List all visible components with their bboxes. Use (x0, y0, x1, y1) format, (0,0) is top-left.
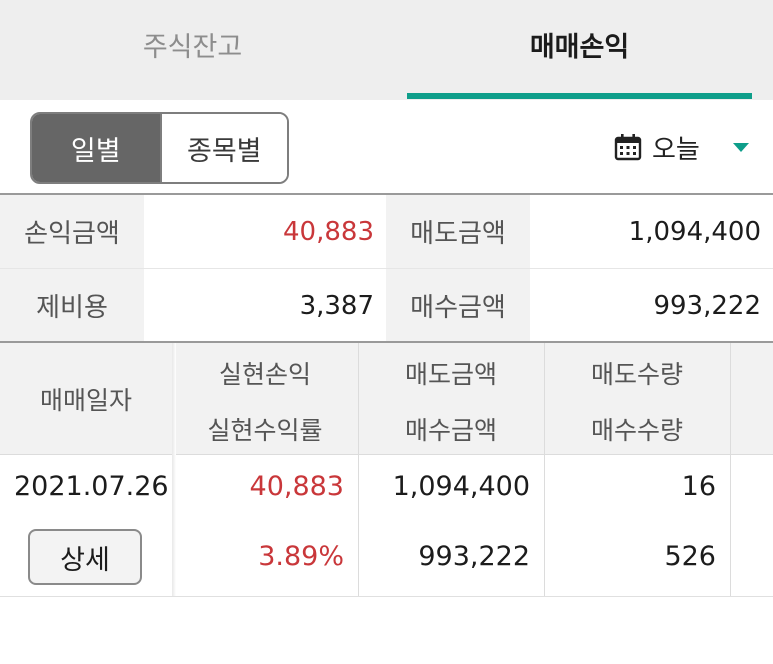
trade-date-text: 2021.07.26 (14, 471, 169, 502)
sell-amount-value: 1,094,400 (530, 195, 773, 268)
header-realized-rate: 실현수익률 (207, 416, 323, 445)
realized-rate-value: 3.89% (258, 541, 344, 572)
fee-label: 제비용 (0, 269, 144, 342)
buy-qty-cell: 526 (664, 541, 716, 572)
header-extra-column (730, 343, 773, 455)
profit-amount-value: 40,883 (144, 195, 386, 268)
cell-amounts: 1,094,400 993,222 (358, 455, 544, 597)
sell-qty-cell: 16 (681, 471, 716, 502)
header-trade-date: 매매일자 (39, 386, 132, 415)
summary-row: 손익금액 40,883 매도금액 1,094,400 (0, 195, 773, 268)
header-realized-profit: 실현손익 (218, 360, 311, 389)
active-tab-indicator (407, 93, 752, 99)
profit-amount-label: 손익금액 (0, 195, 144, 268)
header-amount-group: 매도금액 매수금액 (358, 343, 544, 455)
buy-amount-label: 매수금액 (386, 269, 530, 342)
table-row: 2021.07.26 상세 40,883 3.89% 1,094,400 993… (0, 455, 773, 597)
header-realized-group: 실현손익 실현수익률 (172, 343, 358, 455)
top-tab-bar: 주식잔고 매매손익 (0, 0, 773, 100)
header-qty-group: 매도수량 매수수량 (544, 343, 730, 455)
trade-detail-table: 매매일자 실현손익 실현수익률 매도금액 매수금액 매도수량 매수수량 2021… (0, 341, 773, 597)
date-selector[interactable]: 오늘 (614, 124, 700, 170)
segment-daily-button[interactable]: 일별 (32, 114, 160, 182)
cell-quantities: 16 526 (544, 455, 730, 597)
summary-table: 손익금액 40,883 매도금액 1,094,400 제비용 3,387 매수금… (0, 193, 773, 342)
segment-by-stock-button[interactable]: 종목별 (159, 114, 287, 182)
header-buy-qty: 매수수량 (590, 416, 683, 445)
header-sell-qty: 매도수량 (590, 360, 683, 389)
sell-amount-cell: 1,094,400 (392, 471, 530, 502)
chevron-down-icon[interactable] (733, 143, 749, 152)
detail-button[interactable]: 상세 (28, 529, 142, 585)
sell-amount-label: 매도금액 (386, 195, 530, 268)
fee-value: 3,387 (144, 269, 386, 342)
cell-realized: 40,883 3.89% (172, 455, 358, 597)
buy-amount-cell: 993,222 (418, 541, 530, 572)
buy-amount-value: 993,222 (530, 269, 773, 342)
cell-trade-date: 2021.07.26 상세 (0, 455, 172, 597)
calendar-icon (614, 134, 642, 161)
tab-trading-profit[interactable]: 매매손익 (407, 28, 752, 68)
tab-stock-balance[interactable]: 주식잔고 (40, 28, 345, 68)
page: 주식잔고 매매손익 일별 종목별 오늘 손익금액 40,883 매도금액 1,0… (0, 0, 773, 664)
table-header: 매매일자 실현손익 실현수익률 매도금액 매수금액 매도수량 매수수량 (0, 343, 773, 455)
period-segment-control: 일별 종목별 (30, 112, 289, 184)
realized-profit-value: 40,883 (249, 471, 344, 502)
header-buy-amount: 매수금액 (404, 416, 497, 445)
date-selector-label: 오늘 (652, 134, 700, 165)
summary-row: 제비용 3,387 매수금액 993,222 (0, 268, 773, 342)
header-sell-amount: 매도금액 (404, 360, 497, 389)
